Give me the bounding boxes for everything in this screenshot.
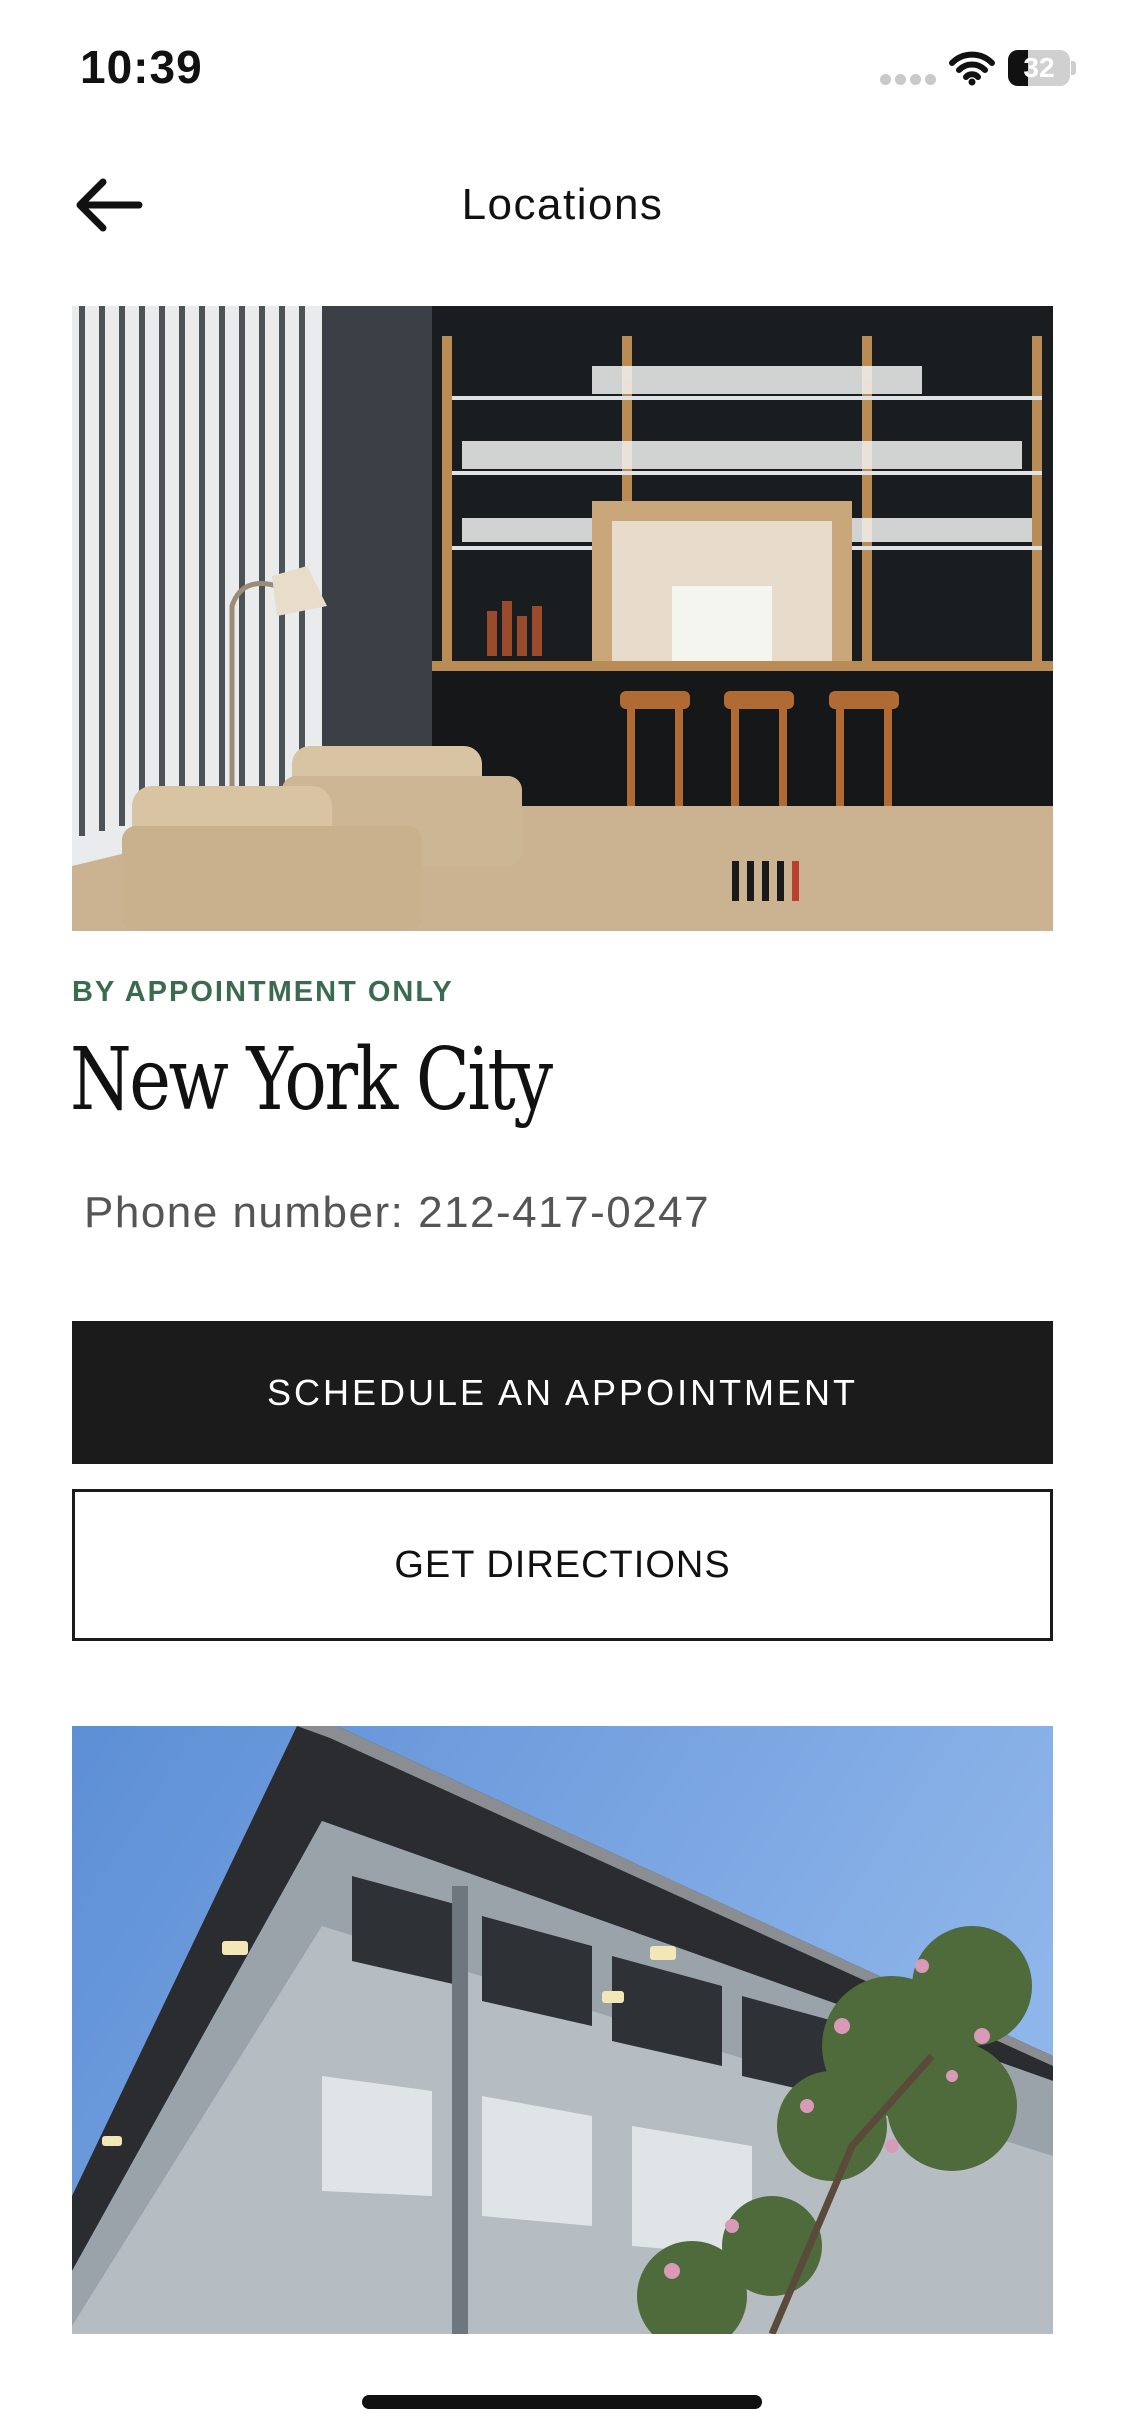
- arrow-left-icon: [76, 178, 143, 232]
- page-title: Locations: [461, 180, 664, 229]
- location-photo-interior: [72, 306, 1053, 931]
- locations-screen: 10:39 32 Locations BY APPOINTMENT ONLY N…: [0, 0, 1125, 2436]
- cellular-signal-icon: [880, 74, 936, 86]
- phone-value[interactable]: 212-417-0247: [418, 1188, 710, 1237]
- phone-number[interactable]: Phone number: 212-417-0247: [84, 1188, 710, 1238]
- availability-tag: BY APPOINTMENT ONLY: [72, 976, 454, 1008]
- phone-label: Phone number:: [84, 1188, 405, 1237]
- wifi-icon: [948, 50, 996, 86]
- location-city-title: New York City: [70, 1030, 553, 1130]
- get-directions-button[interactable]: GET DIRECTIONS: [72, 1489, 1053, 1641]
- status-bar: 10:39 32: [0, 0, 1125, 140]
- nav-bar: Locations: [0, 140, 1125, 270]
- status-time: 10:39: [80, 41, 203, 93]
- location-photo-building: [72, 1726, 1053, 2334]
- home-indicator[interactable]: [362, 2395, 762, 2409]
- schedule-appointment-button[interactable]: SCHEDULE AN APPOINTMENT: [72, 1321, 1053, 1464]
- back-button[interactable]: [60, 170, 156, 240]
- battery-percent: 32: [1023, 52, 1055, 83]
- battery-icon: 32: [1008, 50, 1076, 86]
